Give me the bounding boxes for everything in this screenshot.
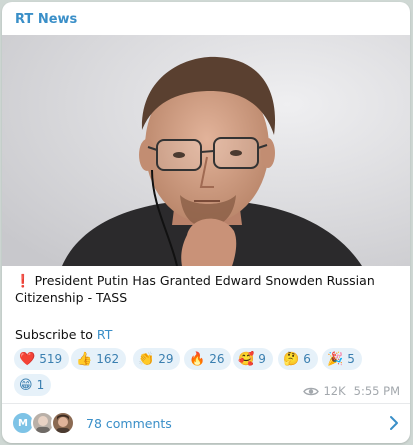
eye-icon bbox=[303, 386, 320, 397]
comments-count: 78 comments bbox=[86, 416, 172, 431]
reaction-fire[interactable]: 🔥 26 bbox=[184, 348, 232, 370]
subscribe-line: Subscribe to RT bbox=[15, 327, 112, 342]
party-popper-icon: 🎉 bbox=[327, 351, 344, 367]
post-meta: 12K 5:55 PM bbox=[303, 384, 400, 398]
reaction-thumbs-up[interactable]: 👍 162 bbox=[71, 348, 127, 370]
reaction-party[interactable]: 🎉 5 bbox=[322, 348, 362, 370]
post-photo[interactable] bbox=[2, 35, 410, 266]
post-headline: ❗ President Putin Has Granted Edward Snow… bbox=[15, 272, 400, 306]
thumbs-up-icon: 👍 bbox=[76, 351, 93, 367]
portrait-image bbox=[2, 35, 410, 266]
subscribe-link[interactable]: RT bbox=[97, 327, 112, 342]
exclamation-icon: ❗ bbox=[15, 273, 31, 288]
subscribe-prefix: Subscribe to bbox=[15, 327, 97, 342]
post-time: 5:55 PM bbox=[353, 384, 400, 398]
view-count: 12K bbox=[323, 384, 346, 398]
grinning-face-icon: 😁 bbox=[19, 377, 33, 393]
clap-icon: 👏 bbox=[138, 351, 155, 367]
reaction-count: 5 bbox=[347, 352, 355, 366]
reaction-clap[interactable]: 👏 29 bbox=[133, 348, 181, 370]
reaction-count: 1 bbox=[36, 378, 45, 392]
comments-button[interactable]: M 78 comments bbox=[2, 404, 410, 443]
message-card: RT News ❗ President Putin Has Granted Ed… bbox=[2, 2, 410, 443]
reaction-count: 6 bbox=[303, 352, 311, 366]
reaction-heart[interactable]: ❤️ 519 bbox=[14, 348, 70, 370]
heart-icon: ❤️ bbox=[19, 351, 36, 367]
fire-icon: 🔥 bbox=[189, 351, 206, 367]
reaction-count: 9 bbox=[258, 352, 266, 366]
channel-name[interactable]: RT News bbox=[15, 12, 77, 27]
reaction-count: 26 bbox=[209, 352, 225, 366]
reaction-thinking[interactable]: 🤔 6 bbox=[278, 348, 318, 370]
reaction-count: 29 bbox=[158, 352, 174, 366]
thinking-face-icon: 🤔 bbox=[283, 351, 300, 367]
headline-text: President Putin Has Granted Edward Snowd… bbox=[15, 273, 375, 305]
avatar bbox=[51, 411, 75, 435]
reaction-grinning[interactable]: 😁 1 bbox=[14, 374, 52, 396]
chevron-right-icon bbox=[388, 415, 400, 435]
reaction-count: 519 bbox=[39, 352, 63, 366]
smiling-hearts-icon: 🥰 bbox=[238, 351, 255, 367]
reaction-smiling-hearts[interactable]: 🥰 9 bbox=[233, 348, 273, 370]
reaction-count: 162 bbox=[96, 352, 120, 366]
